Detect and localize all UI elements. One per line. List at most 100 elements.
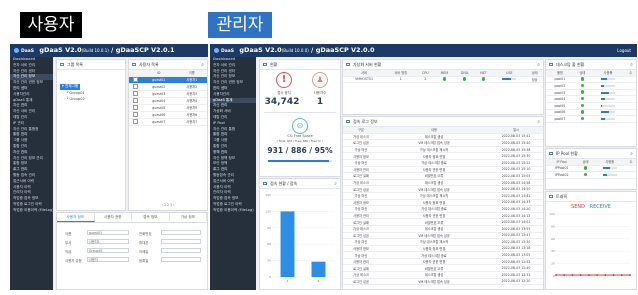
tab-detail[interactable]: 접속 정보	[132, 213, 170, 221]
table-row[interactable]: 가상 데스크 데스크탑 생성 2022-08-03 14:58	[343, 179, 543, 187]
field-input[interactable]: 사용자1	[87, 239, 129, 244]
tree-root[interactable]: ▾ 전체그룹	[60, 84, 81, 90]
table-row[interactable]: 가상 머신 가상 데스크탑 종료 2022-08-03 15:22	[343, 159, 543, 167]
pool-panel: 데스크탑 풀 현황 ⌕ 풀명 상태 사용률 수 pool01 pool02 pool0…	[545, 59, 637, 147]
table-row[interactable]: 사용자 정보 사용자 정보 변경 2022-08-03 15:30	[343, 152, 543, 160]
row-checkbox[interactable]	[129, 111, 141, 119]
table-row[interactable]: guest01 사용자1	[129, 76, 207, 84]
table-row[interactable]: 로그인 성공 VM 데스크탑 접속 성공 2022-08-03 14:50	[343, 185, 543, 193]
row-checkbox[interactable]	[129, 97, 141, 105]
cell-type: 사용자 정보	[343, 199, 379, 207]
tree-node[interactable]: └ Group02	[60, 97, 122, 103]
cell-id: guest01	[141, 76, 177, 84]
cell-name: pool04	[546, 95, 574, 103]
table-row[interactable]: guest02 사용자2	[129, 83, 207, 91]
table-row[interactable]: IPPool01	[546, 165, 636, 173]
table-row[interactable]: pool01	[546, 76, 636, 84]
table-row[interactable]: guest06 사용자6	[129, 111, 207, 119]
admin-sidebar: Dashboard 전자 서비 관리 자산 관리 센터 자산 관리 정보 자산 관리 권…	[210, 57, 256, 290]
row-checkbox[interactable]	[129, 104, 141, 112]
tab-detail[interactable]: 사용자 권한	[95, 213, 132, 221]
status-dot-icon	[573, 115, 591, 123]
table-row[interactable]: pool07	[546, 115, 636, 123]
connection-chart-panel: 접속 현황 / 접속 ⌕ 0 30 60 90 120 150 1 2	[259, 178, 341, 290]
field-input[interactable]	[161, 257, 201, 262]
disk-label: CS: Free Space	[287, 134, 313, 138]
search-icon[interactable]: ⌕	[630, 150, 633, 159]
table-row[interactable]: guest03 사용자3	[129, 90, 207, 98]
table-row[interactable]: 가상 머신 가상 데스크탑 재시작 2022-08-03 13:30	[343, 238, 543, 246]
chart-title: 접속 현황 / 접속	[270, 181, 298, 186]
search-icon[interactable]: ⌕	[201, 61, 204, 70]
table-row[interactable]: 로그인 성공 VM 데스크탑 접속 성공 2022-08-03 15:40	[343, 139, 543, 147]
field-input[interactable]	[161, 248, 201, 253]
status-dot-icon	[573, 82, 591, 90]
table-row[interactable]: 사용자 관리 사용자 권한 변경 2022-08-03 15:10	[343, 166, 543, 174]
table-row[interactable]: 가상 머신 가상 데스크탑 종료 2022-08-03 14:20	[343, 205, 543, 213]
row-checkbox[interactable]	[129, 76, 141, 84]
field-input[interactable]: 사용자	[87, 257, 129, 262]
server-status-header: 가상화 서버 현황	[353, 62, 382, 67]
search-icon[interactable]: ⌕	[630, 61, 633, 70]
table-row[interactable]: VMHOST01 1 2 정상	[343, 76, 543, 84]
cell-name: 사용자2	[176, 83, 207, 91]
cell-name: pool05	[546, 102, 574, 110]
table-row[interactable]: 사용자 관리 사용자 권한 변경 2022-08-03 12:52	[343, 258, 543, 266]
field-input[interactable]	[161, 230, 201, 235]
cell-id: guest04	[141, 97, 177, 105]
table-row[interactable]: pool03	[546, 89, 636, 97]
tab-detail[interactable]: 사용자 정보	[57, 213, 95, 222]
cell-time: 2022-08-03 12:40	[489, 264, 543, 273]
table-row[interactable]: guest04 사용자4	[129, 97, 207, 105]
table-row[interactable]: 가상 머신 가상 데스크탑 재시작 2022-08-03 15:38	[343, 146, 543, 154]
cell-type: 로그인 성공	[343, 232, 379, 240]
cell-time: 2022-08-03 15:10	[489, 166, 543, 174]
table-row[interactable]: 가상 데스크 데스크탑 생성 2022-08-03 15:42	[343, 133, 543, 141]
cell-message: 사용자 정보 변경	[379, 245, 489, 253]
cell-time: 2022-08-03 13:30	[489, 238, 543, 246]
table-row[interactable]: 로그인 실패 비밀번호 오류 2022-08-03 12:40	[343, 264, 543, 273]
table-row[interactable]: 로그인 실패 비밀번호 오류 2022-08-03 15:05	[343, 172, 543, 180]
table-row[interactable]: pool02	[546, 82, 636, 90]
tab-detail[interactable]: 가상 정보	[170, 213, 207, 221]
table-row[interactable]: 가상 데스크 데스크탑 생성 2022-08-03 13:55	[343, 225, 543, 233]
log-panel: 접속 로그 정보 ⌕ 구분 내용 일시 가상 데스크 데스크탑 생성 2022-08-…	[342, 116, 544, 290]
field-input[interactable]: Group01	[87, 248, 129, 253]
table-row[interactable]: 로그인 성공 VM 데스크탑 접속 성공 2022-08-03 12:20	[343, 278, 543, 286]
table-row[interactable]: guest05 사용자5	[129, 104, 207, 112]
row-checkbox[interactable]	[129, 118, 141, 126]
field-input[interactable]: guest01	[87, 230, 129, 235]
table-row[interactable]: 사용자 정보 사용자 정보 변경 2022-08-03 13:18	[343, 245, 543, 253]
table-row[interactable]: 가상 머신 가상 데스크탑 재시작 2022-08-03 14:41	[343, 192, 543, 200]
cell-type: 가상 머신	[343, 192, 379, 200]
search-icon[interactable]: ⌕	[334, 180, 337, 189]
cell-message: VM 데스크탑 접속 성공	[379, 278, 489, 286]
table-row[interactable]: 사용자 정보 사용자 정보 변경 2022-08-03 14:33	[343, 199, 543, 207]
table-row[interactable]: guest07 사용자7	[129, 118, 207, 126]
row-checkbox[interactable]	[129, 90, 141, 98]
table-row[interactable]: 사용자 관리 사용자 권한 변경 2022-08-03 14:12	[343, 212, 543, 220]
disk-progress	[268, 160, 332, 162]
group-tree-panel: 그룹 목록 ▾ 전체그룹 └ Group01 └ Group02	[56, 59, 126, 211]
table-row[interactable]: IPPool02	[546, 171, 636, 179]
logout-link[interactable]: Logout	[617, 44, 631, 57]
field-input[interactable]	[161, 239, 201, 244]
cell-time: 2022-08-03 12:52	[489, 258, 543, 266]
row-checkbox[interactable]	[129, 83, 141, 91]
table-row[interactable]: 로그인 실패 비밀번호 오류 2022-08-03 14:01	[343, 218, 543, 226]
search-icon[interactable]: ⌕	[537, 118, 540, 127]
pagination[interactable]: ‹ 1 2 3 ›	[129, 203, 207, 207]
sidebar-item[interactable]: 작업중 이용이력 (FileLog)	[210, 208, 256, 214]
table-row[interactable]: 로그인 성공 VM 데스크탑 접속 성공 2022-08-03 13:47	[343, 232, 543, 240]
table-row[interactable]: 가상 데스크 데스크탑 생성 2022-08-03 12:31	[343, 271, 543, 279]
cell-type: 로그인 성공	[343, 139, 379, 147]
table-row[interactable]: 가상 머신 가상 데스크탑 종료 2022-08-03 13:05	[343, 251, 543, 259]
table-row[interactable]: pool04	[546, 95, 636, 103]
cell-message: 가상 데스크탑 재시작	[379, 192, 489, 200]
table-row[interactable]: pool06	[546, 109, 636, 117]
sidebar-item[interactable]: 작업중 이용이력 (FileLog)	[10, 208, 53, 214]
table-row[interactable]: pool05	[546, 102, 636, 110]
y-tick-label: 80	[551, 224, 555, 228]
search-icon[interactable]: ⌕	[537, 61, 540, 70]
y-tick-label: 100	[549, 212, 555, 216]
